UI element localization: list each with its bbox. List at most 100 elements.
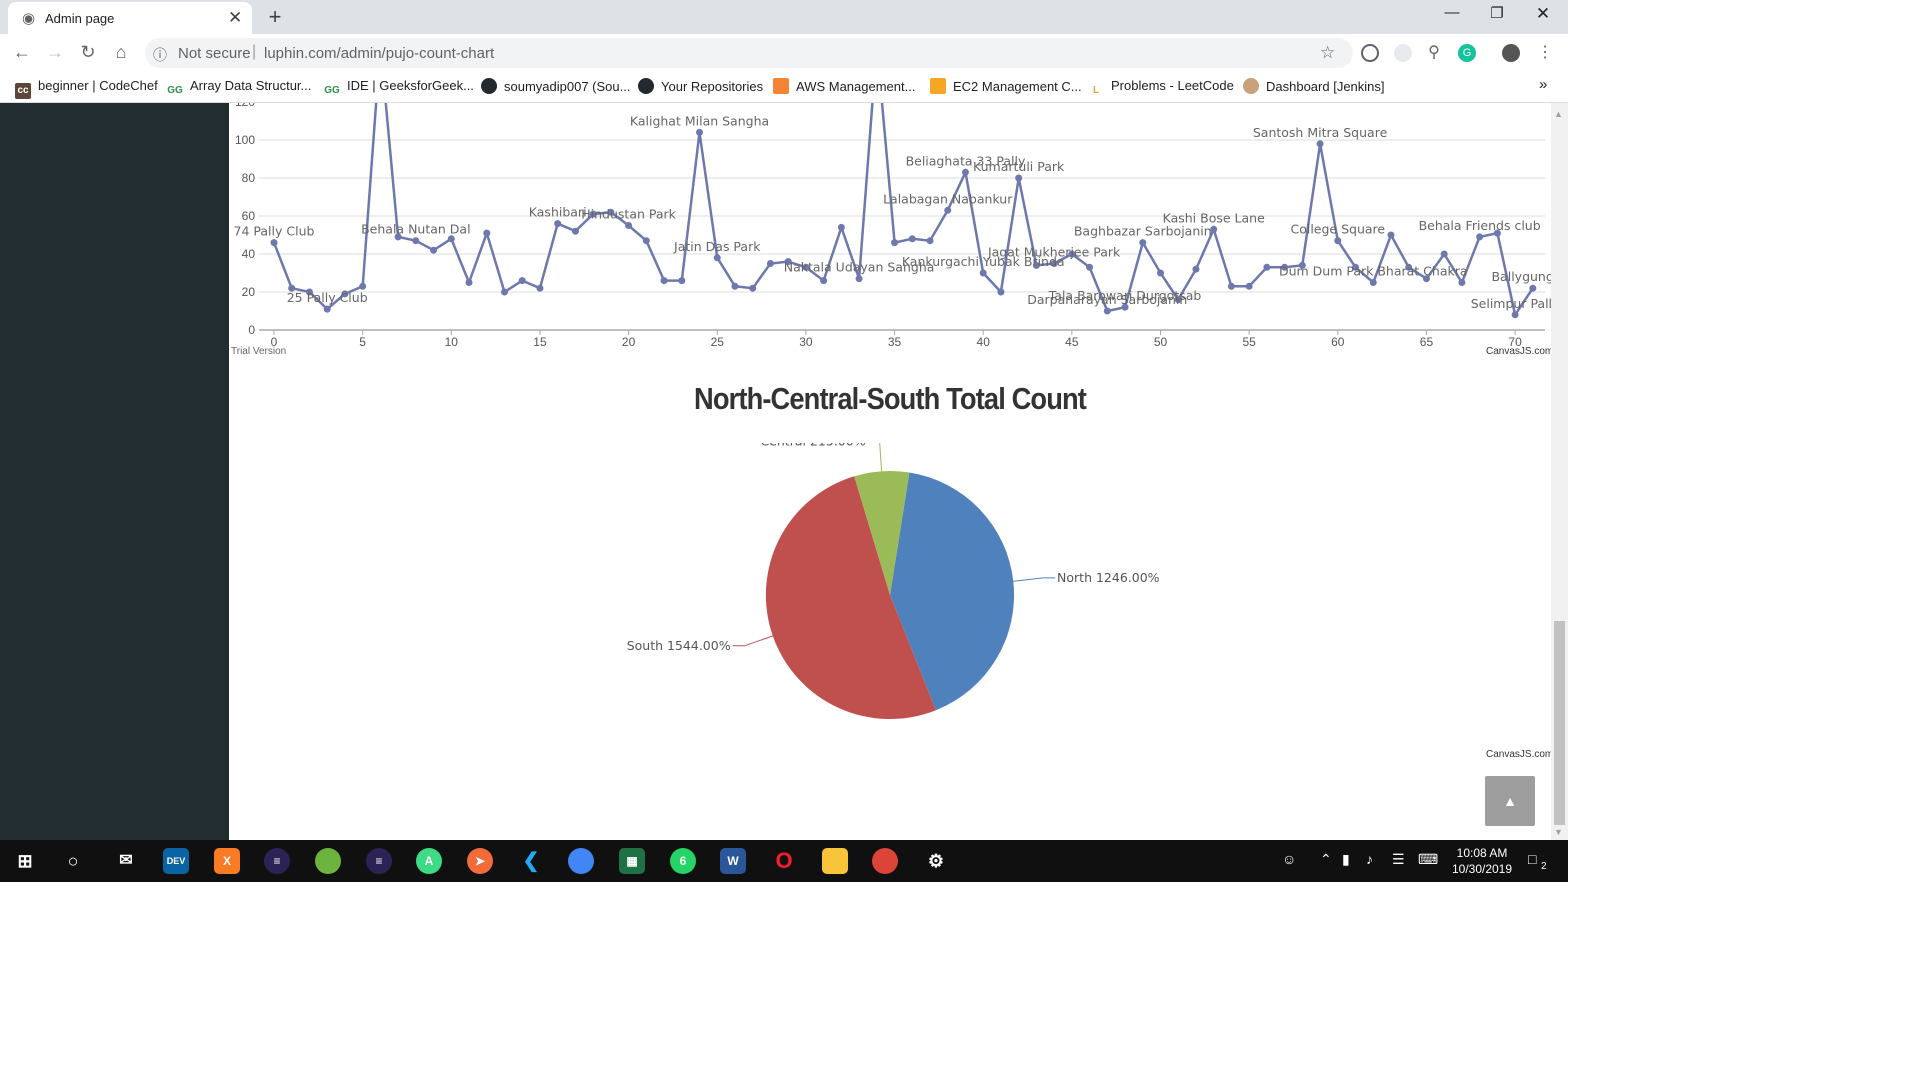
- data-point[interactable]: [731, 282, 739, 290]
- data-point[interactable]: [979, 269, 987, 277]
- maximize-button[interactable]: ❐: [1474, 4, 1520, 22]
- bookmark-github-profile[interactable]: soumyadip007 (Sou...: [481, 78, 630, 94]
- data-point[interactable]: [1440, 250, 1448, 258]
- data-point[interactable]: [837, 223, 845, 231]
- data-point[interactable]: [944, 206, 952, 214]
- forward-button[interactable]: →: [43, 42, 67, 62]
- spring-icon[interactable]: [315, 848, 341, 874]
- data-point[interactable]: [926, 237, 934, 245]
- data-point[interactable]: [908, 235, 916, 243]
- info-icon[interactable]: ⓘ: [153, 45, 167, 65]
- dev-icon[interactable]: DEV: [163, 848, 189, 874]
- settings-gear-icon[interactable]: ⚙: [923, 848, 949, 874]
- close-tab-icon[interactable]: ✕: [228, 8, 242, 28]
- file-explorer-icon[interactable]: [822, 848, 848, 874]
- data-point[interactable]: [749, 284, 757, 292]
- data-point[interactable]: [766, 260, 774, 267]
- data-point[interactable]: [1529, 284, 1537, 292]
- data-point[interactable]: [1458, 279, 1466, 286]
- grammarly-icon[interactable]: G: [1458, 44, 1476, 62]
- data-point[interactable]: [1227, 282, 1235, 290]
- data-point[interactable]: [1139, 239, 1147, 247]
- data-point[interactable]: [1015, 174, 1023, 182]
- word-icon[interactable]: W: [720, 848, 746, 874]
- search-icon[interactable]: ⚲: [1425, 44, 1443, 62]
- data-point[interactable]: [270, 239, 278, 247]
- bookmark-star-icon[interactable]: ☆: [1320, 43, 1335, 63]
- android-studio-icon[interactable]: A: [416, 848, 442, 874]
- browser-icon[interactable]: [568, 848, 594, 874]
- scroll-to-top-button[interactable]: ▲: [1485, 776, 1535, 826]
- data-point[interactable]: [483, 229, 491, 237]
- data-point[interactable]: [1476, 233, 1484, 241]
- volume-icon[interactable]: ♪: [1366, 851, 1373, 867]
- bookmark-jenkins[interactable]: Dashboard [Jenkins]: [1243, 78, 1385, 94]
- chrome-icon[interactable]: [872, 848, 898, 874]
- bookmark-leetcode[interactable]: L Problems - LeetCode: [1088, 78, 1234, 99]
- postman-icon[interactable]: ➤: [467, 848, 493, 874]
- data-point[interactable]: [500, 288, 508, 296]
- keyboard-icon[interactable]: ⌨: [1418, 851, 1438, 868]
- bookmark-gfg-ide[interactable]: GG IDE | GeeksforGeek...: [324, 78, 474, 99]
- people-icon[interactable]: ☺: [1282, 851, 1296, 867]
- bookmarks-overflow-button[interactable]: »: [1539, 76, 1547, 93]
- data-point[interactable]: [323, 305, 331, 313]
- bookmark-github-repos[interactable]: Your Repositories: [638, 78, 763, 94]
- spreadsheet-icon[interactable]: ▦: [619, 848, 645, 874]
- data-point[interactable]: [820, 277, 828, 285]
- address-bar[interactable]: ⓘ Not secure | luphin.com/admin/pujo-cou…: [145, 38, 1353, 68]
- extension-icon[interactable]: [1361, 44, 1379, 62]
- avatar[interactable]: [1502, 44, 1520, 62]
- back-button[interactable]: ←: [10, 42, 34, 62]
- data-point[interactable]: [1263, 263, 1271, 271]
- data-point[interactable]: [713, 254, 721, 262]
- data-point[interactable]: [642, 237, 650, 245]
- bookmark-aws[interactable]: AWS Management...: [773, 78, 915, 94]
- whatsapp-icon[interactable]: 6: [670, 848, 696, 874]
- eclipse-icon[interactable]: ≡: [366, 848, 392, 874]
- xampp-icon[interactable]: X: [214, 848, 240, 874]
- bookmark-codechef[interactable]: cc beginner | CodeChef: [15, 78, 158, 99]
- url-text[interactable]: luphin.com/admin/pujo-count-chart: [264, 45, 494, 62]
- notification-icon[interactable]: □: [1528, 851, 1536, 867]
- taskbar-clock[interactable]: 10:08 AM 10/30/2019: [1437, 845, 1527, 877]
- data-point[interactable]: [1316, 140, 1324, 148]
- data-point[interactable]: [359, 282, 367, 290]
- wifi-icon[interactable]: ☰: [1392, 851, 1405, 868]
- data-point[interactable]: [536, 284, 544, 292]
- data-point[interactable]: [518, 277, 526, 285]
- data-point[interactable]: [891, 239, 899, 247]
- page-scrollbar[interactable]: ▲ ▼: [1551, 103, 1568, 840]
- data-point[interactable]: [1245, 282, 1253, 290]
- windows-start-icon[interactable]: ⊞: [12, 848, 38, 874]
- battery-icon[interactable]: ▮: [1342, 851, 1350, 868]
- data-point[interactable]: [1511, 311, 1519, 319]
- canvasjs-credit-link[interactable]: CanvasJS.com: [1486, 749, 1551, 760]
- vscode-icon[interactable]: ❮: [518, 848, 544, 874]
- data-point[interactable]: [855, 275, 863, 283]
- scrollbar-thumb[interactable]: [1554, 621, 1565, 825]
- menu-icon[interactable]: ⋮: [1536, 44, 1554, 62]
- close-window-button[interactable]: ✕: [1520, 4, 1566, 24]
- data-point[interactable]: [1387, 231, 1395, 239]
- extension-icon[interactable]: [1394, 44, 1412, 62]
- data-point[interactable]: [571, 227, 579, 235]
- data-point[interactable]: [660, 277, 668, 285]
- data-point[interactable]: [997, 288, 1005, 296]
- home-button[interactable]: ⌂: [109, 42, 133, 62]
- bookmark-gfg-array[interactable]: GG Array Data Structur...: [167, 78, 311, 99]
- mail-icon[interactable]: ✉: [113, 848, 139, 874]
- eclipse-icon[interactable]: ≡: [264, 848, 290, 874]
- data-point[interactable]: [678, 277, 686, 285]
- cortana-icon[interactable]: ○: [60, 848, 86, 874]
- data-point[interactable]: [1086, 263, 1094, 271]
- data-point[interactable]: [430, 246, 438, 254]
- tray-chevron-icon[interactable]: ⌃: [1320, 851, 1332, 868]
- scroll-down-arrow[interactable]: ▼: [1554, 827, 1563, 837]
- canvasjs-credit-link[interactable]: CanvasJS.com: [1486, 346, 1551, 357]
- bookmark-ec2[interactable]: EC2 Management C...: [930, 78, 1082, 94]
- data-point[interactable]: [1192, 265, 1200, 273]
- data-point[interactable]: [696, 128, 704, 136]
- scroll-up-arrow[interactable]: ▲: [1554, 109, 1563, 119]
- browser-tab[interactable]: ◉ Admin page ✕: [8, 2, 252, 34]
